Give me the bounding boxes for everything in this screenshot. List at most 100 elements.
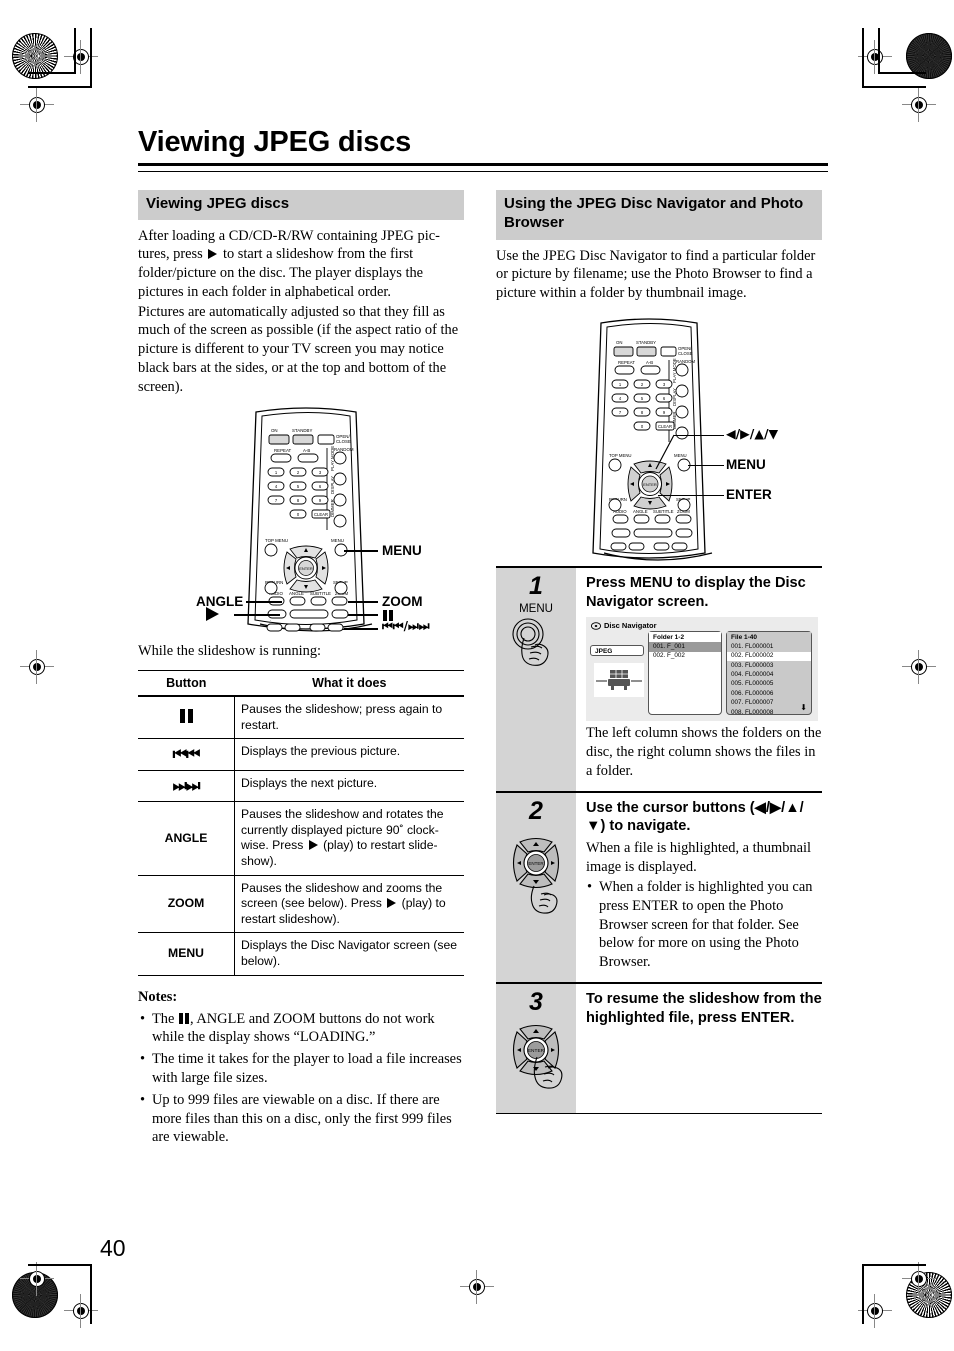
crop-mark-tl-v2 — [74, 28, 76, 74]
step-2-body: Use the cursor buttons (◀/▶/▲/▼) to navi… — [576, 793, 822, 982]
leader-skip — [344, 628, 378, 630]
right-intro-paragraph: Use the JPEG Disc Navigator to find a pa… — [496, 247, 816, 301]
notes-heading: Notes: — [138, 988, 178, 1005]
table-row: MENU Displays the Disc Navigator screen … — [138, 932, 464, 976]
table-cell-button-menu: MENU — [138, 932, 235, 976]
step-1: 1 MENU Press MENU to display the Disc Na… — [496, 566, 822, 791]
svg-text:ENTER: ENTER — [528, 1048, 545, 1054]
remote-label-skip: ⏮⏮/⏭⏭ — [382, 619, 430, 634]
table-cell-desc-next: Displays the next picture. — [234, 770, 464, 803]
remote-control-illustration-right: ON STANDBY OPEN/CLOSE REPEAT A-B RANDOM PL… — [496, 311, 822, 573]
remote-label-menu-right: MENU — [726, 456, 766, 472]
step-2: 2 ENTER Use the cursor buttons (◀/▶/▲/▼)… — [496, 790, 822, 982]
svg-text:CLEAR: CLEAR — [658, 424, 672, 429]
step-2-bullets: When a folder is highlighted you can pre… — [586, 878, 822, 972]
step-2-number: 2 — [529, 796, 543, 825]
svg-text:ENTER: ENTER — [528, 861, 544, 866]
page-title: Viewing JPEG discs — [138, 126, 412, 158]
note-item: Up to 999 files are viewable on a disc. … — [138, 1091, 464, 1146]
file-list-item-selected[interactable]: 002. FL000002 — [727, 651, 811, 662]
registration-mark-mid-right — [902, 650, 936, 684]
svg-text:REPEAT: REPEAT — [274, 448, 292, 453]
leader-menu-right — [688, 464, 724, 467]
file-panel: File 1-40 001. FL000001 002. FL000002 00… — [726, 631, 812, 717]
step-1-number: 1 — [529, 572, 543, 600]
file-panel-header: File 1-40 — [727, 632, 811, 643]
table-row: ANGLE Pauses the slideshow and rotates t… — [138, 801, 464, 876]
svg-text:A-B: A-B — [303, 448, 310, 453]
leader-cursor — [674, 434, 724, 437]
crop-mark-tr-h — [862, 86, 926, 88]
crop-mark-bl-h — [28, 1264, 92, 1266]
step-1-icon-panel: 1 MENU — [496, 568, 576, 791]
play-icon-label — [206, 607, 219, 622]
svg-text:ENTER: ENTER — [643, 482, 657, 487]
registration-mark-top-left — [64, 40, 98, 74]
registration-mark-top-right — [902, 88, 936, 122]
pause-icon — [179, 708, 193, 723]
svg-text:SUBTITLE: SUBTITLE — [653, 509, 674, 514]
table-cell-button-next: ⏭⏭ — [138, 770, 235, 803]
table-cell-button-pause — [138, 695, 235, 740]
thumbnail-preview — [594, 663, 644, 698]
crop-mark-tr-v2 — [878, 28, 880, 74]
pause-icon — [178, 1012, 189, 1024]
file-list-item[interactable]: 005. FL000005 — [727, 680, 811, 689]
file-list-item[interactable]: 006. FL000006 — [727, 689, 811, 698]
disc-icon — [591, 622, 601, 631]
table-header-button: Button — [138, 670, 235, 697]
manual-page: Viewing JPEG discs Viewing JPEG discs Af… — [0, 0, 954, 1351]
disc-navigator-title: Disc Navigator — [604, 621, 657, 631]
crop-mark-br-v — [862, 1264, 864, 1324]
play-icon — [208, 249, 218, 260]
file-list-item[interactable]: 004. FL000004 — [727, 671, 811, 680]
registration-mark-bottom-right — [902, 1262, 936, 1296]
svg-text:STANDBY: STANDBY — [292, 428, 312, 433]
note-item: The time it takes for the player to load… — [138, 1050, 464, 1087]
table-row: ZOOM Pauses the slideshow and zooms the … — [138, 875, 464, 934]
button-function-table: Button What it does Pauses the slideshow… — [138, 670, 464, 976]
svg-text:A-B: A-B — [646, 360, 653, 365]
file-list-item[interactable]: 008. FL000008 — [727, 708, 811, 717]
right-column: Using the JPEG Disc Navigator and Photo … — [496, 190, 822, 573]
title-rule — [138, 163, 828, 172]
folder-panel-header: Folder 1-2 — [649, 632, 721, 643]
table-intro: While the slideshow is running: — [138, 643, 322, 660]
table-cell-button-angle: ANGLE — [138, 801, 235, 876]
file-list-item[interactable]: 007. FL000007 — [727, 699, 811, 708]
leader-enter-right — [658, 494, 724, 497]
step-3-title: To resume the slideshow from the highlig… — [586, 990, 822, 1026]
registration-mark-bottom-left-2 — [64, 1294, 98, 1328]
note-item: The , ANGLE and ZOOM buttons do not work… — [138, 1010, 464, 1047]
leader-play — [234, 614, 280, 616]
step-3-number: 3 — [529, 987, 543, 1016]
table-row: ⏮⏮ Displays the previous picture. — [138, 738, 464, 771]
left-paragraph-1: After loading a CD/CD-R/RW containing JP… — [138, 227, 464, 302]
registration-mark-mid-left — [20, 650, 54, 684]
table-header-row: Button What it does — [138, 670, 464, 697]
table-cell-desc-angle: Pauses the slideshow and rotates the cur… — [234, 801, 464, 876]
step-3: 3 ENTER To resume the slideshow from the… — [496, 981, 822, 1114]
folder-list-item[interactable]: 002. F_002 — [649, 652, 721, 661]
scroll-down-arrow-icon[interactable]: ⬇ — [800, 704, 807, 712]
file-list-item[interactable]: 003. FL000003 — [727, 661, 811, 670]
svg-text:ANGLE: ANGLE — [633, 509, 648, 514]
cursor-pad-enter-hand-icon: ENTER — [512, 1024, 563, 1089]
crop-mark-tl-h2 — [28, 72, 76, 74]
note-1-a: The — [152, 1010, 178, 1027]
step-2-after-text: When a file is highlighted, a thumbnail … — [586, 839, 812, 875]
notes-list: The , ANGLE and ZOOM buttons do not work… — [138, 1010, 464, 1147]
step-3-icon-panel: 3 ENTER — [496, 983, 576, 1113]
remote-label-play — [206, 607, 219, 624]
file-list-item[interactable]: 001. FL000001 — [727, 642, 811, 651]
svg-text:CLEAR: CLEAR — [314, 512, 328, 517]
registration-mark-top-left-2 — [20, 88, 54, 122]
table-cell-desc-pause: Pauses the slideshow; press again to res… — [234, 695, 464, 740]
section-heading-viewing-jpeg-discs: Viewing JPEG discs — [138, 190, 464, 220]
svg-text:TOP MENU: TOP MENU — [609, 453, 632, 458]
steps-list: 1 MENU Press MENU to display the Disc Na… — [496, 566, 822, 1114]
thumbnail-image-icon — [596, 670, 642, 691]
folder-list-item[interactable]: 001. F_001 — [649, 642, 721, 652]
svg-text:CLOSE: CLOSE — [678, 351, 693, 356]
svg-text:RANDOM: RANDOM — [334, 447, 354, 452]
